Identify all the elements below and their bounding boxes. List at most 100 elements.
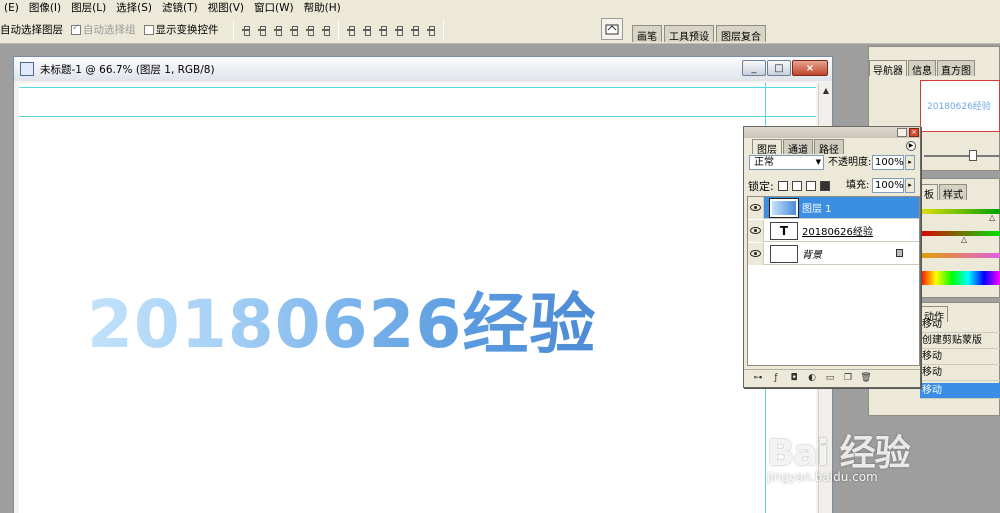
distribute-left-icon[interactable] bbox=[393, 24, 405, 36]
auto-select-group-option[interactable]: 自动选择组 bbox=[71, 22, 136, 37]
canvas[interactable]: 20180626经验 bbox=[19, 83, 816, 513]
align-group bbox=[240, 24, 332, 36]
distribute-right-icon[interactable] bbox=[425, 24, 437, 36]
options-divider bbox=[442, 19, 444, 40]
fill-field[interactable]: 100% bbox=[872, 178, 904, 193]
tab-channels[interactable]: 通道 bbox=[783, 139, 813, 156]
visibility-eye-icon[interactable] bbox=[748, 242, 764, 265]
bridge-button[interactable] bbox=[601, 18, 623, 40]
zoom-slider-handle[interactable] bbox=[969, 150, 977, 161]
tab-info[interactable]: 信息 bbox=[908, 60, 936, 77]
restore-button[interactable]: □ bbox=[767, 60, 791, 76]
tab-styles[interactable]: 样式 bbox=[939, 184, 967, 201]
guide-horizontal bbox=[19, 116, 816, 117]
align-top-icon[interactable] bbox=[240, 24, 252, 36]
green-slider[interactable] bbox=[920, 209, 1000, 214]
menu-view[interactable]: 视图(V) bbox=[204, 0, 250, 16]
auto-select-group-checkbox[interactable] bbox=[71, 23, 81, 35]
panel-minimize-icon[interactable] bbox=[897, 128, 907, 137]
lock-transparency-icon[interactable] bbox=[777, 180, 788, 191]
layer-row-background[interactable]: 背景 bbox=[748, 242, 919, 265]
color-ramp[interactable] bbox=[920, 271, 1000, 285]
align-left-icon[interactable] bbox=[288, 24, 300, 36]
layers-panel-titlebar[interactable]: × bbox=[744, 127, 920, 138]
show-transform-label: 显示变换控件 bbox=[155, 24, 219, 36]
canvas-text-layer[interactable]: 20180626经验 bbox=[87, 271, 596, 367]
menu-edit[interactable]: (E) bbox=[0, 0, 25, 16]
navigator-thumbnail-text: 20180626经验 bbox=[927, 102, 991, 112]
auto-select-layer-label: 自动选择图层 bbox=[0, 24, 63, 36]
close-button[interactable]: × bbox=[792, 60, 828, 76]
document-titlebar[interactable]: 未标题-1 @ 66.7% (图层 1, RGB/8) _ □ × bbox=[14, 57, 832, 81]
panel-close-icon[interactable]: × bbox=[909, 128, 919, 137]
document-title: 未标题-1 @ 66.7% (图层 1, RGB/8) bbox=[40, 63, 215, 76]
show-transform-option[interactable]: 显示变换控件 bbox=[143, 22, 219, 37]
layer-thumbnail bbox=[769, 197, 799, 218]
align-vcenter-icon[interactable] bbox=[256, 24, 268, 36]
navigator-thumbnail[interactable]: 20180626经验 bbox=[920, 80, 1000, 132]
opacity-arrow-icon[interactable]: ▸ bbox=[905, 155, 915, 170]
visibility-eye-icon[interactable] bbox=[748, 196, 764, 219]
well-tab-tool-presets[interactable]: 工具预设 bbox=[664, 25, 714, 43]
guide-horizontal bbox=[19, 87, 816, 88]
distribute-group bbox=[345, 24, 437, 36]
minimize-button[interactable]: _ bbox=[742, 60, 766, 76]
layer-row-text[interactable]: T 20180626经验 bbox=[748, 219, 919, 242]
action-item-selected[interactable]: 移动 bbox=[920, 383, 1000, 399]
link-layers-icon[interactable]: ⊶ bbox=[752, 373, 764, 384]
menu-image[interactable]: 图像(I) bbox=[25, 0, 67, 16]
layer-style-icon[interactable]: ƒ bbox=[770, 373, 782, 384]
red-slider-handle-icon[interactable]: △ bbox=[961, 235, 967, 244]
green-slider-handle-icon[interactable]: △ bbox=[989, 213, 995, 222]
navigator-zoom-slider[interactable] bbox=[924, 150, 1000, 161]
align-right-icon[interactable] bbox=[320, 24, 332, 36]
show-transform-checkbox[interactable] bbox=[143, 24, 154, 35]
visibility-eye-icon[interactable] bbox=[748, 219, 764, 242]
menu-help[interactable]: 帮助(H) bbox=[300, 0, 347, 16]
tab-paths[interactable]: 路径 bbox=[814, 139, 844, 156]
blend-mode-select[interactable]: 正常 bbox=[749, 155, 824, 170]
menu-filter[interactable]: 滤镜(T) bbox=[158, 0, 204, 16]
menu-select[interactable]: 选择(S) bbox=[112, 0, 158, 16]
well-tab-layer-comps[interactable]: 图层复合 bbox=[716, 25, 766, 43]
red-slider[interactable] bbox=[920, 231, 1000, 236]
adjustment-layer-icon[interactable]: ◐ bbox=[806, 373, 818, 384]
menu-layer[interactable]: 图层(L) bbox=[67, 0, 112, 16]
layer-name: 20180626经验 bbox=[802, 227, 873, 238]
distribute-bottom-icon[interactable] bbox=[377, 24, 389, 36]
add-mask-icon[interactable]: ◘ bbox=[788, 373, 800, 384]
well-tab-brushes[interactable]: 画笔 bbox=[632, 25, 662, 43]
scroll-up-arrow-icon[interactable]: ▲ bbox=[820, 85, 832, 97]
delete-layer-icon[interactable]: 🗑 bbox=[860, 373, 872, 384]
layer-row-layer1[interactable]: 图层 1 bbox=[748, 196, 919, 219]
tab-swatches[interactable]: 板 bbox=[920, 184, 938, 201]
auto-select-group-label: 自动选择组 bbox=[83, 24, 136, 36]
tab-navigator[interactable]: 导航器 bbox=[869, 60, 907, 77]
lock-position-icon[interactable] bbox=[805, 180, 816, 191]
action-item[interactable]: 移动 bbox=[920, 349, 1000, 365]
lock-pixels-icon[interactable] bbox=[791, 180, 802, 191]
align-hcenter-icon[interactable] bbox=[304, 24, 316, 36]
auto-select-layer-option[interactable]: 自动选择图层 bbox=[0, 22, 63, 37]
fill-arrow-icon[interactable]: ▸ bbox=[905, 178, 915, 193]
panel-menu-icon[interactable]: ▶ bbox=[906, 141, 916, 151]
menu-window[interactable]: 窗口(W) bbox=[250, 0, 300, 16]
action-item[interactable]: 创建剪贴蒙版 bbox=[920, 333, 1000, 349]
document-icon bbox=[20, 62, 34, 76]
tab-layers[interactable]: 图层 bbox=[752, 139, 782, 156]
align-bottom-icon[interactable] bbox=[272, 24, 284, 36]
new-layer-icon[interactable]: ❐ bbox=[842, 373, 854, 384]
action-item[interactable]: 移动 bbox=[920, 365, 1000, 381]
lock-all-icon[interactable] bbox=[819, 180, 830, 191]
distribute-hcenter-icon[interactable] bbox=[409, 24, 421, 36]
distribute-top-icon[interactable] bbox=[345, 24, 357, 36]
background-lock-icon bbox=[896, 249, 903, 257]
blue-slider[interactable] bbox=[920, 253, 1000, 258]
document-window: 未标题-1 @ 66.7% (图层 1, RGB/8) _ □ × 201806… bbox=[13, 56, 833, 513]
tab-histogram[interactable]: 直方图 bbox=[937, 60, 975, 77]
new-group-icon[interactable]: ▭ bbox=[824, 373, 836, 384]
color-panel-tabs: 板 样式 bbox=[920, 184, 999, 201]
distribute-vcenter-icon[interactable] bbox=[361, 24, 373, 36]
opacity-field[interactable]: 100% bbox=[872, 155, 904, 170]
action-item[interactable]: 移动 bbox=[920, 317, 1000, 333]
